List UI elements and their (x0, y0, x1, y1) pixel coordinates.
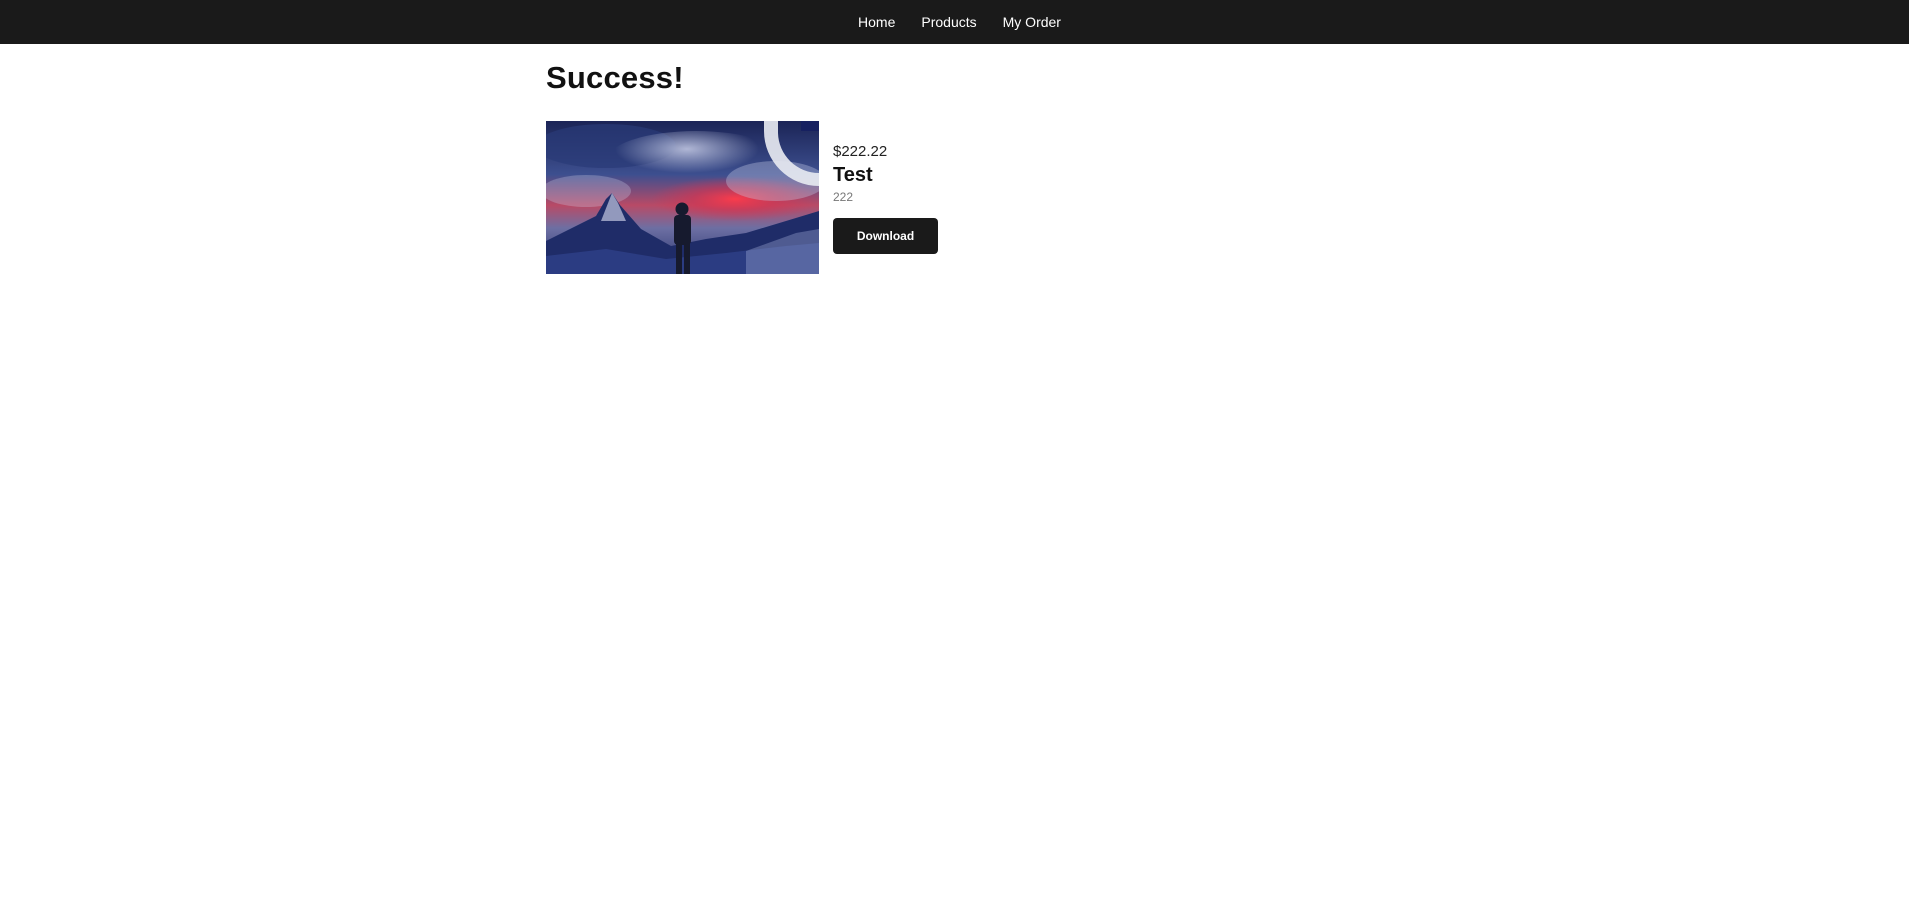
product-name: Test (833, 164, 873, 186)
download-button[interactable]: Download (833, 218, 938, 254)
product-info: $222.22 Test 222 Download (833, 121, 938, 254)
nav-link-home[interactable]: Home (858, 14, 895, 30)
product-price: $222.22 (833, 143, 888, 160)
nav-link-products[interactable]: Products (921, 14, 976, 30)
top-navigation-bar: Home Products My Order (0, 0, 1909, 44)
order-item-card: $222.22 Test 222 Download (546, 121, 938, 274)
nav-links: Home Products My Order (858, 14, 1061, 30)
nav-link-my-order[interactable]: My Order (1003, 14, 1061, 30)
product-description: 222 (833, 190, 854, 204)
product-image (546, 121, 819, 274)
page-title: Success! (546, 60, 684, 95)
